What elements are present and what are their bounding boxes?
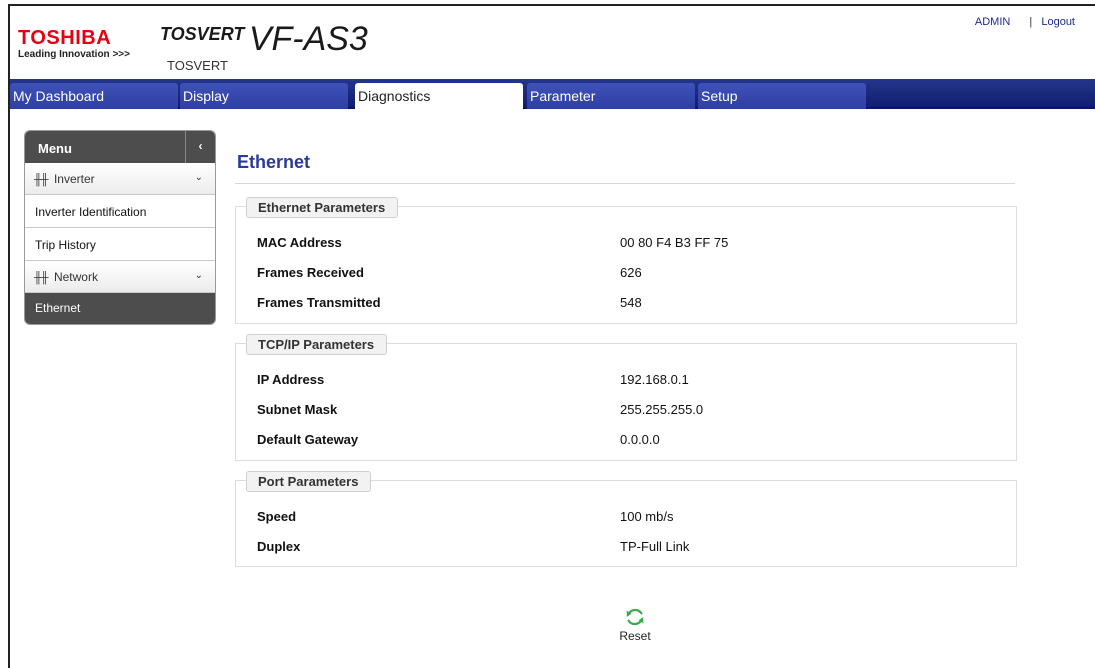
menu-header: Menu ‹	[25, 131, 215, 163]
product-prefix: TOSVERT	[160, 24, 245, 44]
sidebar-group-label: Network	[53, 270, 98, 284]
chevron-down-icon: ⌄	[194, 172, 203, 183]
param-label: Frames Transmitted	[257, 295, 381, 310]
param-label: IP Address	[257, 372, 325, 387]
collapse-menu-button[interactable]: ‹	[185, 131, 215, 163]
tab-setup[interactable]: Setup	[698, 83, 866, 109]
sidebar-item-inverter-identification[interactable]: Inverter Identification	[25, 195, 215, 228]
user-links: ADMIN | Logout	[975, 16, 1075, 28]
main-content: Ethernet Ethernet Parameters MAC Address…	[235, 126, 1020, 643]
waveform-icon: ╫╫	[34, 174, 49, 186]
param-value: 100 mb/s	[620, 509, 674, 524]
param-value: 00 80 F4 B3 FF 75	[620, 235, 729, 250]
param-value: 626	[620, 265, 642, 280]
port-parameters-section: Port Parameters Speed 100 mb/s Duplex TP…	[235, 471, 1017, 567]
section-legend: TCP/IP Parameters	[246, 334, 388, 355]
reset-label: Reset	[619, 629, 651, 643]
sidebar-menu: Menu ‹ ╫╫ Inverter ⌄ Inverter Identifica…	[24, 130, 216, 325]
ethernet-parameters-section: Ethernet Parameters MAC Address 00 80 F4…	[235, 197, 1017, 324]
param-row-default-gateway: Default Gateway 0.0.0.0	[236, 424, 1016, 454]
param-value: 548	[620, 295, 642, 310]
refresh-icon	[626, 608, 644, 626]
sidebar-group-label: Inverter	[53, 172, 95, 186]
page-title: Ethernet	[237, 152, 311, 172]
tab-display[interactable]: Display	[180, 83, 348, 109]
brand-name: TOSHIBA	[18, 27, 112, 49]
param-label: Subnet Mask	[257, 402, 338, 417]
tcpip-parameters-section: TCP/IP Parameters IP Address 192.168.0.1…	[235, 334, 1017, 461]
waveform-icon: ╫╫	[34, 272, 49, 284]
param-label: Default Gateway	[257, 432, 359, 447]
link-separator: |	[1029, 16, 1033, 28]
header: TOSHIBA Leading Innovation >>> TOSVERT V…	[10, 6, 1095, 79]
param-label: Duplex	[257, 539, 301, 554]
title-divider	[235, 183, 1015, 184]
param-label: Frames Received	[257, 265, 364, 280]
brand-tagline: Leading Innovation >>>	[18, 49, 130, 60]
param-value: 255.255.255.0	[620, 402, 704, 417]
param-row-subnet-mask: Subnet Mask 255.255.255.0	[236, 394, 1016, 424]
param-label: MAC Address	[257, 235, 342, 250]
param-row-ip-address: IP Address 192.168.0.1	[236, 364, 1016, 394]
sub-brand: TOSVERT	[167, 58, 228, 73]
param-row-mac-address: MAC Address 00 80 F4 B3 FF 75	[236, 227, 1016, 257]
section-legend: Port Parameters	[246, 471, 372, 492]
sidebar-group-inverter[interactable]: ╫╫ Inverter ⌄	[25, 163, 215, 195]
sidebar-item-ethernet[interactable]: Ethernet	[25, 293, 215, 324]
param-row-frames-received: Frames Received 626	[236, 257, 1016, 287]
main-nav: My Dashboard Display Diagnostics Paramet…	[10, 79, 1095, 111]
admin-link[interactable]: ADMIN	[975, 16, 1010, 28]
param-row-duplex: Duplex TP-Full Link	[236, 531, 1016, 561]
chevron-down-icon: ⌄	[194, 270, 203, 281]
sidebar-item-trip-history[interactable]: Trip History	[25, 228, 215, 261]
sidebar-group-network[interactable]: ╫╫ Network ⌄	[25, 261, 215, 293]
menu-title: Menu	[38, 141, 72, 156]
reset-button[interactable]: Reset	[615, 606, 655, 643]
tab-diagnostics[interactable]: Diagnostics	[355, 83, 523, 111]
param-value: TP-Full Link	[620, 539, 690, 554]
product-model: VF-AS3	[248, 20, 368, 58]
toshiba-logo: TOSHIBA Leading Innovation >>>	[18, 28, 130, 60]
param-value: 0.0.0.0	[620, 432, 660, 447]
product-title: TOSVERT VF-AS3	[160, 20, 368, 59]
param-value: 192.168.0.1	[620, 372, 689, 387]
param-row-speed: Speed 100 mb/s	[236, 501, 1016, 531]
param-label: Speed	[257, 509, 297, 524]
tab-my-dashboard[interactable]: My Dashboard	[10, 83, 178, 109]
section-legend: Ethernet Parameters	[246, 197, 399, 218]
app-window: TOSHIBA Leading Innovation >>> TOSVERT V…	[8, 4, 1095, 668]
param-row-frames-transmitted: Frames Transmitted 548	[236, 287, 1016, 317]
logout-link[interactable]: Logout	[1041, 16, 1075, 28]
tab-parameter[interactable]: Parameter	[527, 83, 695, 109]
